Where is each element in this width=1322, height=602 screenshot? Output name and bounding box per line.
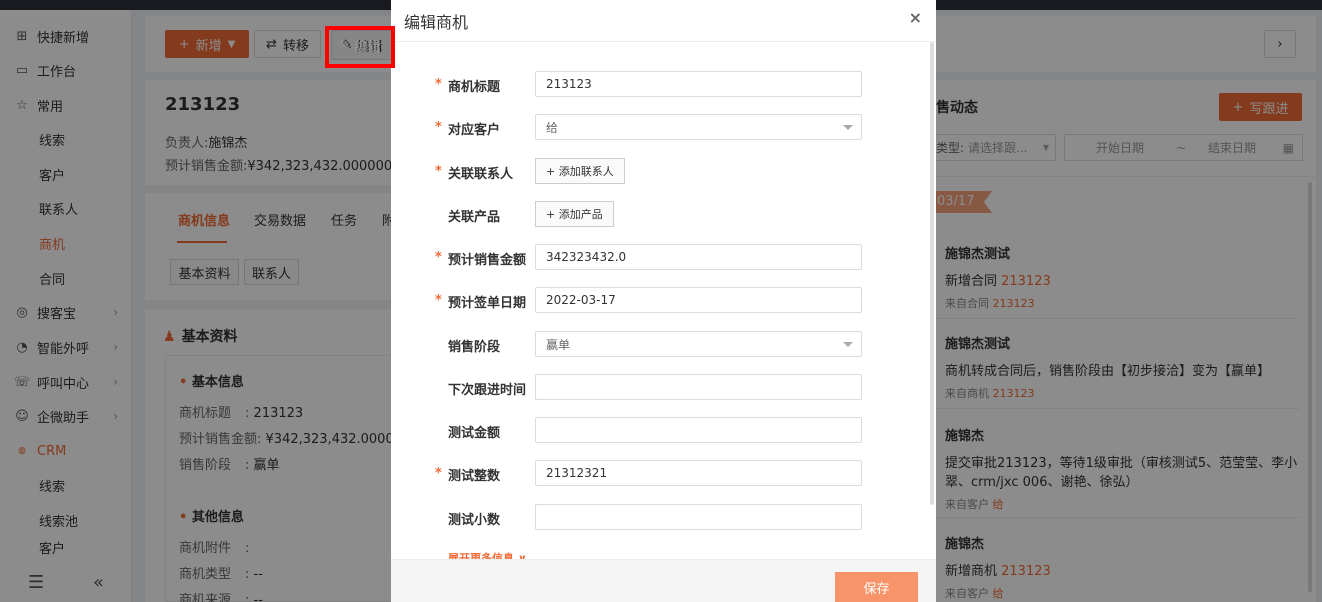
required-mark: * [435,466,442,481]
caret-down-icon [843,342,853,347]
field-row-amount: * 预计销售金额 342323432.0 [391,244,936,270]
stage-select[interactable]: 赢单 [535,331,862,357]
test-amount-input[interactable] [535,417,862,443]
edit-opportunity-modal: 编辑商机 × * 商机标题 213123 * 对应客户 给 * 关联联系人 + … [391,0,936,602]
field-row-next-follow: 下次跟进时间 [391,374,936,400]
edit-button-overlay-label: ✎ 编辑 [339,37,381,55]
field-row-title: * 商机标题 213123 [391,71,936,97]
test-decimal-input[interactable] [535,504,862,530]
title-input[interactable]: 213123 [535,71,862,97]
modal-header: 编辑商机 × [391,0,936,42]
caret-down-icon [843,125,853,130]
modal-title: 编辑商机 [404,13,469,32]
field-row-contact: * 关联联系人 + 添加联系人 [391,158,936,184]
pencil-icon: ✎ [339,37,351,53]
sign-date-input[interactable]: 2022-03-17 [535,287,862,313]
close-icon[interactable]: × [909,8,922,27]
required-mark: * [435,77,442,92]
amount-input[interactable]: 342323432.0 [535,244,862,270]
add-contact-button[interactable]: + 添加联系人 [535,158,625,184]
field-row-customer: * 对应客户 给 [391,114,936,140]
field-row-test-integer: * 测试整数 21312321 [391,460,936,486]
required-mark: * [435,293,442,308]
save-button[interactable]: 保存 [835,572,918,602]
field-row-test-decimal: 测试小数 [391,504,936,530]
field-row-sign-date: * 预计签单日期 2022-03-17 [391,287,936,313]
customer-select[interactable]: 给 [535,114,862,140]
field-row-test-amount: 测试金额 [391,417,936,443]
test-integer-input[interactable]: 21312321 [535,460,862,486]
required-mark: * [435,164,442,179]
add-product-button[interactable]: + 添加产品 [535,201,614,227]
field-row-product: 关联产品 + 添加产品 [391,201,936,227]
required-mark: * [435,120,442,135]
field-row-stage: 销售阶段 赢单 [391,331,936,357]
required-mark: * [435,250,442,265]
next-follow-input[interactable] [535,374,862,400]
